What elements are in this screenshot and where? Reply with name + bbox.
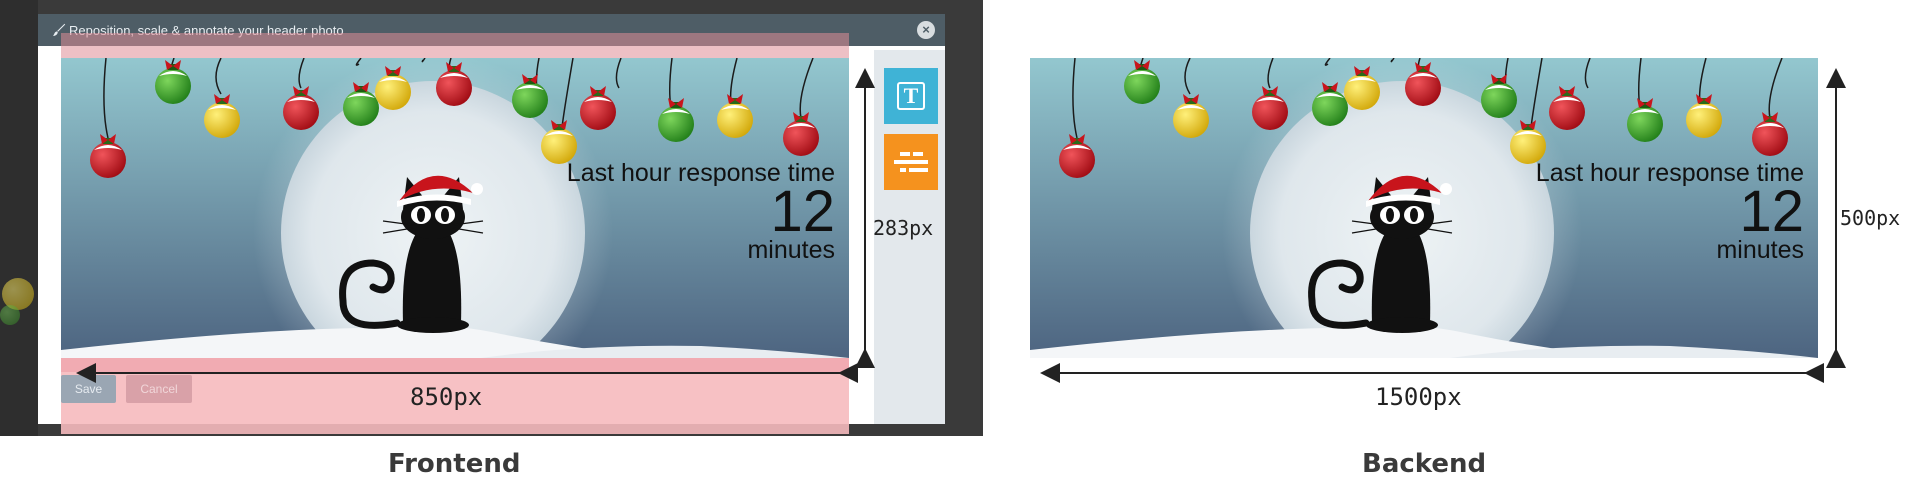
layout-tool-button[interactable] (884, 134, 938, 190)
response-time-value: 12 (770, 179, 835, 244)
backend-width-label: 1500px (1375, 383, 1462, 411)
response-time-unit: minutes (1716, 236, 1804, 264)
crop-overlay-edge (61, 358, 849, 372)
response-time-value: 12 (1739, 179, 1804, 244)
cancel-button[interactable]: Cancel (126, 375, 192, 403)
backend-header-photo: Last hour response time 12 minutes (1030, 58, 1818, 358)
backend-section-label: Backend (1362, 449, 1487, 479)
save-button[interactable]: Save (61, 375, 116, 403)
comparison-figure: Reposition, scale & annotate your header… (0, 0, 1920, 491)
text-T-icon: T (897, 82, 925, 110)
response-time-overlay: Last hour response time 12 minutes (567, 160, 835, 264)
frontend-height-label: 283px (873, 216, 934, 240)
close-icon[interactable]: × (917, 21, 935, 39)
crop-overlay-top (61, 33, 849, 58)
align-bars-icon (894, 152, 928, 172)
frontend-section-label: Frontend (388, 449, 521, 479)
ornament-icon (0, 305, 20, 325)
frontend-page-edge (0, 0, 38, 436)
response-time-unit: minutes (747, 236, 835, 264)
frontend-header-photo[interactable]: Last hour response time 12 minutes (61, 58, 849, 358)
text-tool-button[interactable]: T (884, 68, 938, 124)
response-time-overlay: Last hour response time 12 minutes (1536, 160, 1804, 264)
backend-height-label: 500px (1840, 206, 1901, 230)
frontend-width-label: 850px (410, 383, 483, 411)
